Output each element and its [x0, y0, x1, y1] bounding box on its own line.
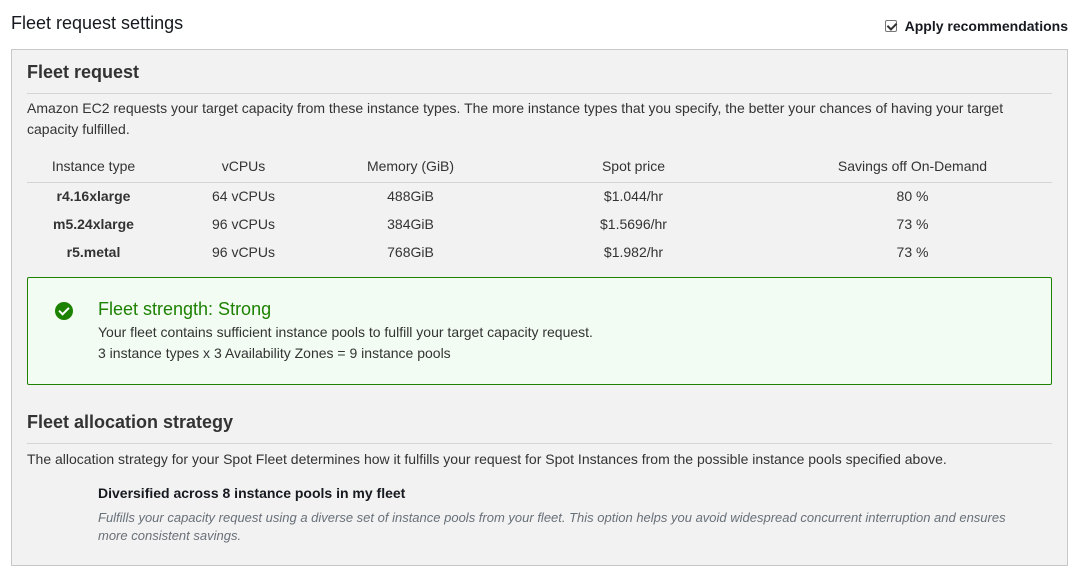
column-header-spot-price: Spot price [494, 150, 773, 183]
table-row: r4.16xlarge 64 vCPUs 488GiB $1.044/hr 80… [27, 182, 1052, 210]
cell-instance-type: m5.24xlarge [53, 216, 134, 232]
fleet-strength-pools: 3 instance types x 3 Availability Zones … [98, 345, 451, 361]
success-check-icon [55, 302, 73, 320]
strategy-option-description: Fulfills your capacity request using a d… [98, 510, 1006, 543]
instance-types-table: Instance type vCPUs Memory (GiB) Spot pr… [27, 150, 1052, 266]
cell-spot-price: $1.044/hr [603, 188, 664, 205]
apply-recommendations-checkbox[interactable]: Apply recommendations [884, 18, 1068, 34]
cell-spot-price: $1.982/hr [603, 244, 664, 260]
table-header-row: Instance type vCPUs Memory (GiB) Spot pr… [27, 150, 1052, 183]
column-header-vcpus: vCPUs [160, 150, 327, 183]
fleet-strength-title: Fleet strength: Strong [98, 299, 272, 319]
fleet-request-title: Fleet request [27, 62, 140, 82]
strategy-option-name: Diversified across 8 instance pools in m… [98, 485, 406, 501]
cell-memory: 768GiB [387, 244, 434, 260]
apply-recommendations-label: Apply recommendations [904, 18, 1068, 34]
cell-savings: 73 % [896, 244, 929, 260]
cell-savings: 80 % [896, 188, 929, 205]
column-header-savings: Savings off On-Demand [773, 150, 1052, 183]
cell-vcpus: 96 vCPUs [211, 244, 276, 260]
cell-savings: 73 % [896, 216, 929, 232]
table-row: m5.24xlarge 96 vCPUs 384GiB $1.5696/hr 7… [27, 210, 1052, 238]
divider [27, 443, 1052, 444]
table-row: r5.metal 96 vCPUs 768GiB $1.982/hr 73 % [27, 238, 1052, 266]
cell-spot-price: $1.5696/hr [600, 216, 667, 232]
column-header-instance-type: Instance type [27, 150, 160, 183]
cell-instance-type: r5.metal [66, 244, 121, 260]
cell-instance-type: r4.16xlarge [56, 188, 131, 205]
fleet-strength-message: Your fleet contains sufficient instance … [98, 324, 593, 340]
allocation-strategy-title: Fleet allocation strategy [27, 412, 234, 432]
cell-memory: 488GiB [387, 188, 434, 205]
fleet-settings-panel: Fleet request Amazon EC2 requests your t… [11, 49, 1068, 566]
page-title: Fleet request settings [11, 13, 184, 33]
divider [27, 93, 1052, 94]
allocation-strategy-description: The allocation strategy for your Spot Fl… [27, 451, 947, 467]
checkbox-checked-icon[interactable] [884, 20, 897, 32]
cell-vcpus: 96 vCPUs [211, 216, 276, 232]
fleet-strength-alert: Fleet strength: Strong Your fleet contai… [27, 277, 1052, 385]
fleet-request-description: Amazon EC2 requests your target capacity… [27, 100, 1004, 137]
cell-vcpus: 64 vCPUs [211, 188, 276, 205]
page-header: Fleet request settings Apply recommendat… [11, 0, 1068, 48]
column-header-memory: Memory (GiB) [327, 150, 494, 183]
cell-memory: 384GiB [387, 216, 434, 232]
